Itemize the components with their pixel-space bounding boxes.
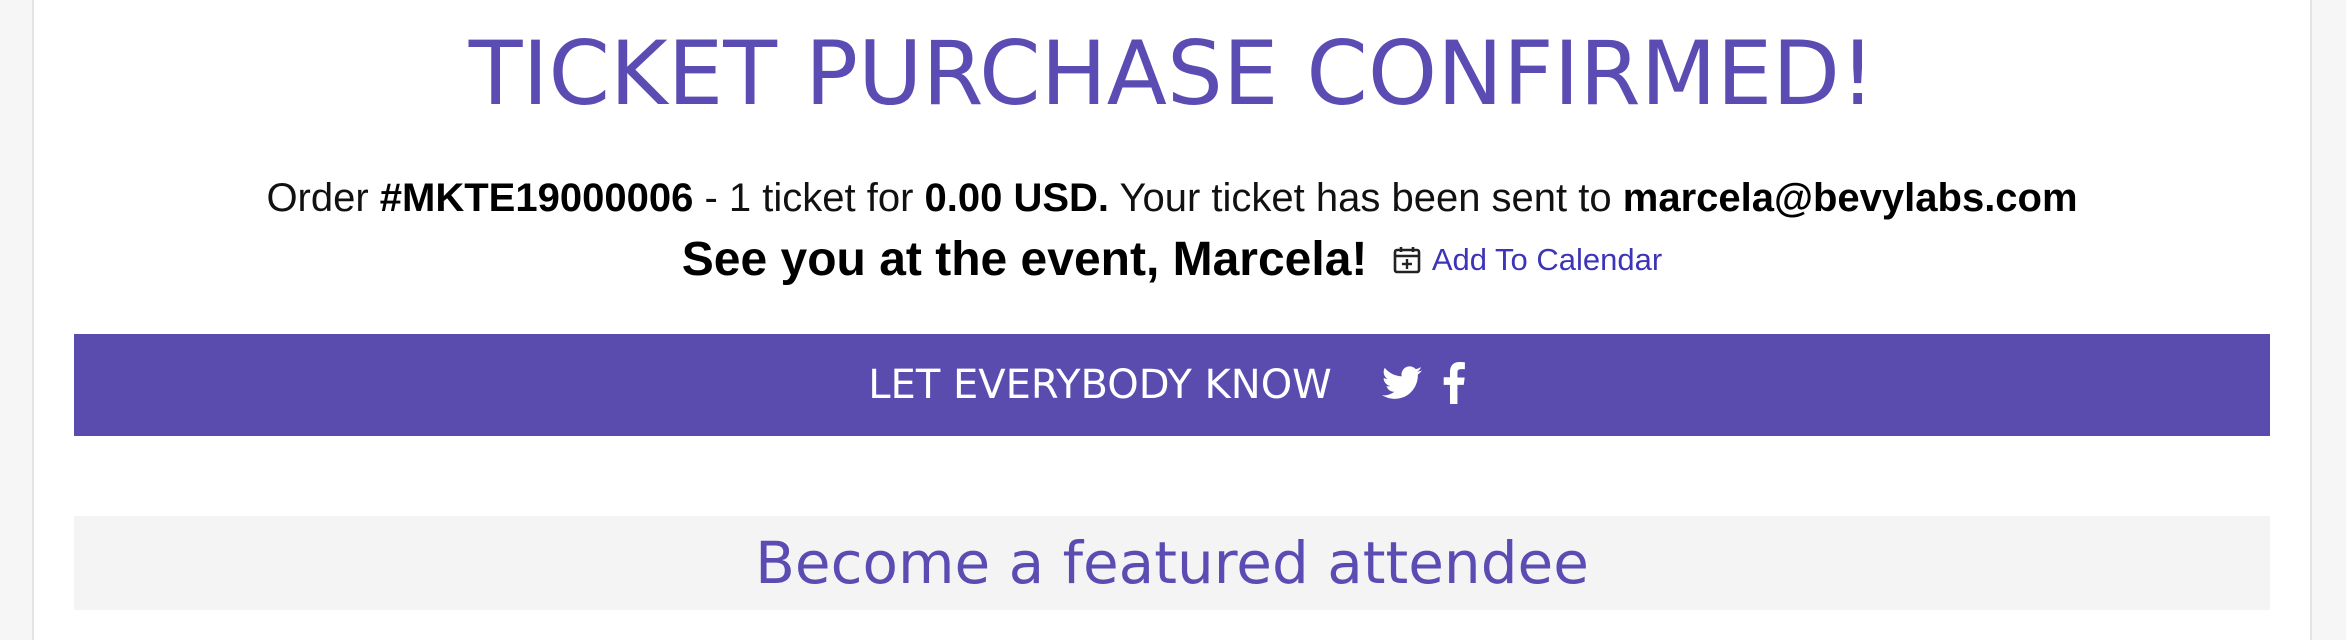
share-label: LET EVERYBODY KNOW (868, 362, 1332, 408)
facebook-icon[interactable] (1442, 361, 1466, 409)
order-email: marcela@bevylabs.com (1622, 176, 2078, 220)
add-to-calendar-label: Add To Calendar (1431, 242, 1663, 277)
twitter-icon[interactable] (1381, 365, 1422, 405)
greeting-text: See you at the event, Marcela! (681, 233, 1368, 286)
order-number: #MKTE19000006 (379, 176, 694, 220)
calendar-plus-icon (1393, 247, 1421, 274)
ticket-text: - 1 ticket for (693, 176, 925, 220)
confirmation-page: TICKET PURCHASE CONFIRMED! Order #MKTE19… (32, 0, 2312, 640)
featured-attendee-section: Become a featured attendee (74, 516, 2270, 610)
order-amount: 0.00 USD. (924, 176, 1110, 220)
page-title: TICKET PURCHASE CONFIRMED! (468, 22, 1876, 125)
sent-text: Your ticket has been sent to (1109, 176, 1623, 220)
greeting-row: See you at the event, Marcela! Add To Ca… (34, 230, 2310, 290)
add-to-calendar-link[interactable]: Add To Calendar (1392, 230, 1662, 290)
share-bar: LET EVERYBODY KNOW (74, 334, 2270, 436)
order-prefix: Order (266, 176, 380, 220)
order-summary: Order #MKTE19000006 - 1 ticket for 0.00 … (34, 170, 2310, 226)
featured-attendee-title: Become a featured attendee (755, 529, 1589, 597)
